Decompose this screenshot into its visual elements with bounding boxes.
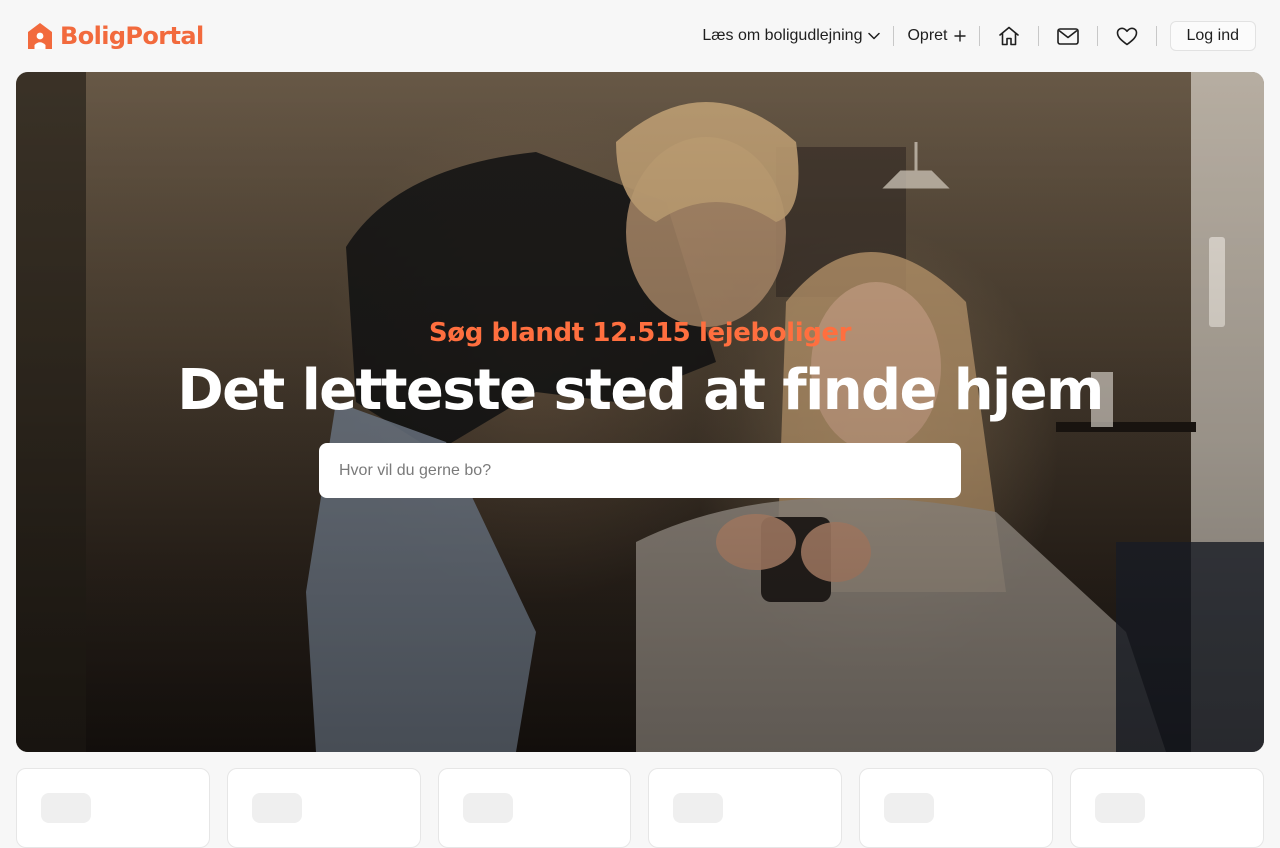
listing-count-headline: Søg blandt 12.515 lejeboliger (428, 318, 852, 348)
messages-button[interactable] (1039, 27, 1097, 45)
create-label: Opret (907, 27, 948, 44)
chevron-down-icon (868, 32, 881, 40)
category-icon (41, 793, 91, 823)
plus-icon (953, 30, 966, 42)
create-menu[interactable]: Opret (894, 27, 978, 45)
login-button[interactable]: Log ind (1169, 21, 1256, 51)
home-button[interactable] (980, 26, 1038, 46)
category-icon (462, 793, 513, 823)
read-about-renting-label: Læs om boligudlejning (702, 27, 863, 44)
logo-link[interactable]: BoligPortal (26, 21, 204, 51)
logo-text: BoligPortal (60, 22, 204, 50)
category-icon (251, 793, 302, 823)
category-cards (16, 768, 1264, 848)
category-icon (1095, 793, 1146, 823)
category-card[interactable] (16, 768, 210, 848)
main-nav: Læs om boligudlejning Opret Log ind (689, 0, 1256, 72)
category-card[interactable] (648, 768, 843, 848)
category-card[interactable] (859, 768, 1054, 848)
location-search-input[interactable] (339, 461, 941, 480)
heart-icon (1116, 27, 1137, 45)
mail-icon (1056, 27, 1079, 45)
home-icon (998, 26, 1019, 46)
hero-content: Søg blandt 12.515 lejeboliger Det lettes… (16, 318, 1264, 498)
category-card[interactable] (1070, 768, 1264, 848)
house-logo-icon (28, 23, 52, 49)
category-card[interactable] (226, 768, 421, 848)
hero-banner: Søg blandt 12.515 lejeboliger Det lettes… (16, 72, 1264, 752)
category-card[interactable] (437, 768, 632, 848)
site-header: BoligPortal Læs om boligudlejning Opret (0, 0, 1280, 72)
nav-divider (1155, 26, 1157, 46)
hero-title: Det letteste sted at finde hjem (177, 358, 1104, 423)
location-search[interactable] (319, 443, 961, 498)
category-icon (884, 793, 935, 823)
read-about-renting-menu[interactable]: Læs om boligudlejning (689, 27, 893, 45)
category-icon (673, 793, 724, 823)
favorites-button[interactable] (1098, 27, 1156, 46)
